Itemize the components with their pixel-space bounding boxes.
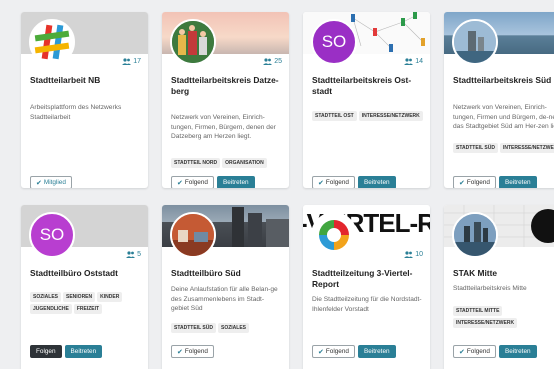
tag[interactable]: SENIOREN [63,292,96,302]
group-title[interactable]: Stadtteilarbeitskreis Süd [453,75,554,86]
follow-button[interactable]: ✔ Folgend [312,345,355,358]
group-card[interactable]: 17 Stadtteilarbeit NB Arbeitsplattform d… [21,12,148,188]
card-actions: ✔ Folgend Beitreten [312,345,396,358]
group-title[interactable]: Stadtteilarbeitskreis Datze-berg [171,75,281,97]
group-card[interactable]: Stadtteilarbeitskreis Süd Netzwerk von V… [444,12,554,188]
member-count-value: 5 [137,251,141,258]
group-card[interactable]: SO 5 Stadtteilbüro Oststadt SOZIALES SEN… [21,205,148,369]
member-count: 5 [126,251,141,258]
group-description: Netzwerk von Vereinen, Einrich-tungen, F… [171,114,276,141]
follow-button[interactable]: ✔ Folgend [453,176,496,188]
follow-button[interactable]: ✔ Folgend [312,176,355,188]
group-title[interactable]: Stadtteilarbeit NB [30,75,140,86]
group-logo [170,19,216,65]
member-count: 25 [263,58,282,65]
users-icon [404,251,414,258]
group-title[interactable]: Stadtteilzeitung 3-Viertel-Report [312,268,422,290]
follow-button[interactable]: ✔ Folgend [453,345,496,358]
users-icon [404,58,414,65]
member-count-value: 14 [415,58,423,65]
tag[interactable]: INTERESSE/NETZWERK [453,318,518,328]
tag-list: SOZIALES SENIOREN KINDER JUGENDLICHE FRE… [30,292,128,314]
tag[interactable]: STADTTEIL SÜD [453,143,498,153]
member-count: 14 [404,58,423,65]
member-count: 10 [404,251,423,258]
tag[interactable]: STADTTEIL MITTE [453,306,503,316]
join-button[interactable]: Beitreten [216,176,255,188]
join-button[interactable]: Beitreten [64,345,103,358]
group-description: Arbeitsplattform des Netzwerks Stadtteil… [30,104,122,121]
tag[interactable]: KINDER [97,292,123,302]
group-logo [311,212,357,258]
tag[interactable]: STADTTEIL SÜD [171,323,216,333]
join-button[interactable]: Beitreten [357,176,396,188]
group-logo [29,19,75,65]
tag[interactable]: INTERESSE/NETZWERK [358,111,423,121]
group-description: Deine Anlaufstation für alle Belan-ge de… [171,286,278,313]
check-icon: ✔ [177,179,183,187]
group-card[interactable]: SO 14 Stadtteilarbeitskreis Ost-stadt ST… [303,12,430,188]
member-count-value: 25 [274,58,282,65]
member-count-value: 10 [415,251,423,258]
card-actions: ✔ Folgend Beitreten [453,345,537,358]
tag[interactable]: SOZIALES [217,323,249,333]
group-description: Netzwerk von Vereinen, Einrich-tungen, F… [453,104,554,131]
join-button[interactable]: Beitreten [498,345,537,358]
tag-list: STADTTEIL NORD ORGANISATION [171,158,283,168]
join-button[interactable]: Beitreten [357,345,396,358]
group-logo [452,212,498,258]
card-actions: ✔ Folgend Beitreten [171,176,255,188]
tag[interactable]: ORGANISATION [222,158,267,168]
group-logo: SO [29,212,75,258]
group-title[interactable]: Stadtteilbüro Süd [171,268,281,279]
group-grid: 17 Stadtteilarbeit NB Arbeitsplattform d… [0,0,554,369]
join-button[interactable]: Beitreten [498,176,537,188]
card-actions: ✔ Folgend Beitreten [312,176,396,188]
tag[interactable]: INTERESSE/NETZWERK [499,143,554,153]
check-icon: ✔ [318,179,324,187]
tag[interactable]: FREIZEIT [73,304,103,314]
follow-button[interactable]: Folgen [30,345,62,358]
card-actions: ✔ Mitglied [30,176,72,188]
check-icon: ✔ [177,348,183,356]
group-description: Stadtteilarbeitskreis Mitte [453,285,527,292]
member-button[interactable]: ✔ Mitglied [30,176,72,188]
tag-list: STADTTEIL SÜD INTERESSE/NETZWERK [453,143,554,153]
tag-list: STADTTEIL OST INTERESSE/NETZWERK [312,111,424,121]
card-actions: ✔ Folgend Beitreten [453,176,537,188]
group-card[interactable]: 25 Stadtteilarbeitskreis Datze-berg Netz… [162,12,289,188]
group-logo [170,212,216,258]
card-actions: ✔ Folgend [171,345,214,358]
check-icon: ✔ [459,179,465,187]
users-icon [126,251,136,258]
check-icon: ✔ [318,348,324,356]
group-card[interactable]: -VIERTEL-RE 10 Stadtteilzeitung 3-Vierte… [303,205,430,369]
group-title[interactable]: STAK Mitte [453,268,554,279]
follow-button[interactable]: ✔ Folgend [171,345,214,358]
member-count: 17 [122,58,141,65]
users-icon [263,58,273,65]
tag-list: STADTTEIL MITTE INTERESSE/NETZWERK [453,306,554,328]
group-title[interactable]: Stadtteilarbeitskreis Ost-stadt [312,75,422,97]
group-card[interactable]: Stadtteilbüro Süd Deine Anlaufstation fü… [162,205,289,369]
group-logo: SO [311,19,357,65]
tag[interactable]: SOZIALES [30,292,62,302]
group-description: Die Stadtteilzeitung für die Nordstadt-I… [312,296,422,313]
check-icon: ✔ [459,348,465,356]
tag[interactable]: STADTTEIL NORD [171,158,221,168]
group-logo [452,19,498,65]
tag[interactable]: STADTTEIL OST [312,111,357,121]
group-title[interactable]: Stadtteilbüro Oststadt [30,268,140,279]
users-icon [122,58,132,65]
check-icon: ✔ [36,179,42,187]
member-count-value: 17 [133,58,141,65]
follow-button[interactable]: ✔ Folgend [171,176,214,188]
group-card[interactable]: STAK Mitte Stadtteilarbeitskreis Mitte S… [444,205,554,369]
card-actions: Folgen Beitreten [30,345,103,358]
tag[interactable]: JUGENDLICHE [30,304,72,314]
tag-list: STADTTEIL SÜD SOZIALES [171,323,283,333]
